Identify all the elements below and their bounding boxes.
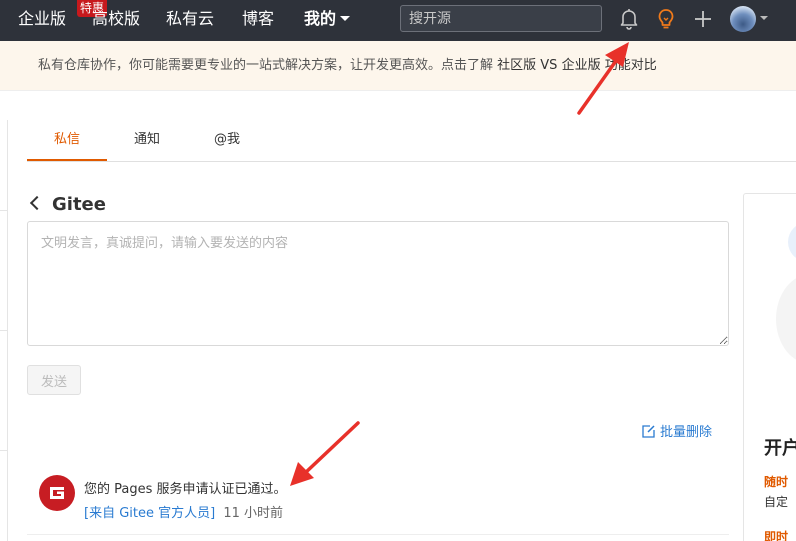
gitee-logo-icon (39, 475, 75, 511)
left-sidebar-edge (0, 120, 8, 541)
bulk-delete-label: 批量删除 (660, 425, 713, 440)
panel-feature-1: 随时 (764, 475, 789, 489)
nav-enterprise-label: 企业版 (18, 9, 67, 28)
message-meta: [来自 Gitee 官方人员] 11 小时前 (84, 502, 283, 521)
message-time: 11 小时前 (223, 506, 284, 521)
search-input[interactable] (400, 5, 602, 32)
message-tabs: 私信 通知 @我 (27, 120, 796, 162)
banner-compare-link[interactable]: 社区版 VS 企业版 功能对比 (497, 58, 657, 73)
banner-text: 私有仓库协作，你可能需要更专业的一站式解决方案，让开发更高效。点击了解 (38, 58, 494, 73)
back-arrow-icon[interactable] (29, 195, 45, 211)
conversation-title: Gitee (52, 194, 106, 215)
divider (0, 330, 7, 331)
chevron-down-icon[interactable] (760, 16, 768, 20)
panel-heading: 开户 (764, 438, 796, 459)
nav-mine[interactable]: 我的 (304, 0, 351, 41)
message-input[interactable] (27, 221, 729, 346)
right-promo-panel: 开户 随时 自定 即时 (743, 193, 796, 541)
divider (0, 210, 7, 211)
top-navbar: 企业版 特惠 高校版 私有云 博客 我的 (0, 0, 796, 41)
nav-enterprise[interactable]: 企业版 特惠 (18, 0, 108, 41)
nav-education[interactable]: 高校版 (92, 0, 140, 41)
tab-mentions[interactable]: @我 (187, 120, 267, 161)
lightbulb-icon[interactable] (654, 6, 678, 32)
bulk-delete-button[interactable]: 批量删除 (641, 422, 712, 444)
send-button[interactable]: 发送 (27, 365, 81, 395)
panel-feature-2: 即时 (764, 530, 789, 541)
message-source-link[interactable]: [来自 Gitee 官方人员] (84, 506, 215, 521)
decorative-shape (776, 274, 796, 364)
edit-icon (641, 424, 656, 447)
divider (0, 450, 7, 451)
plus-icon[interactable] (691, 6, 715, 32)
tab-private-messages[interactable]: 私信 (27, 120, 107, 161)
message-text: 您的 Pages 服务申请认证已通过。 (84, 482, 287, 497)
nav-blog[interactable]: 博客 (242, 0, 274, 41)
nav-private-cloud[interactable]: 私有云 (166, 0, 214, 41)
user-avatar[interactable] (730, 6, 756, 32)
promo-banner: 私有仓库协作，你可能需要更专业的一站式解决方案，让开发更高效。点击了解 社区版 … (0, 41, 796, 91)
decorative-shape (788, 222, 796, 262)
chevron-down-icon (340, 16, 351, 21)
tab-notifications[interactable]: 通知 (107, 120, 187, 161)
conversation-header: Gitee (29, 192, 106, 218)
nav-mine-label: 我的 (304, 9, 337, 28)
panel-feature-1-desc: 自定 (764, 495, 789, 509)
message-item: 您的 Pages 服务申请认证已通过。 [来自 Gitee 官方人员] 11 小… (27, 465, 729, 535)
bell-icon[interactable] (617, 6, 641, 32)
